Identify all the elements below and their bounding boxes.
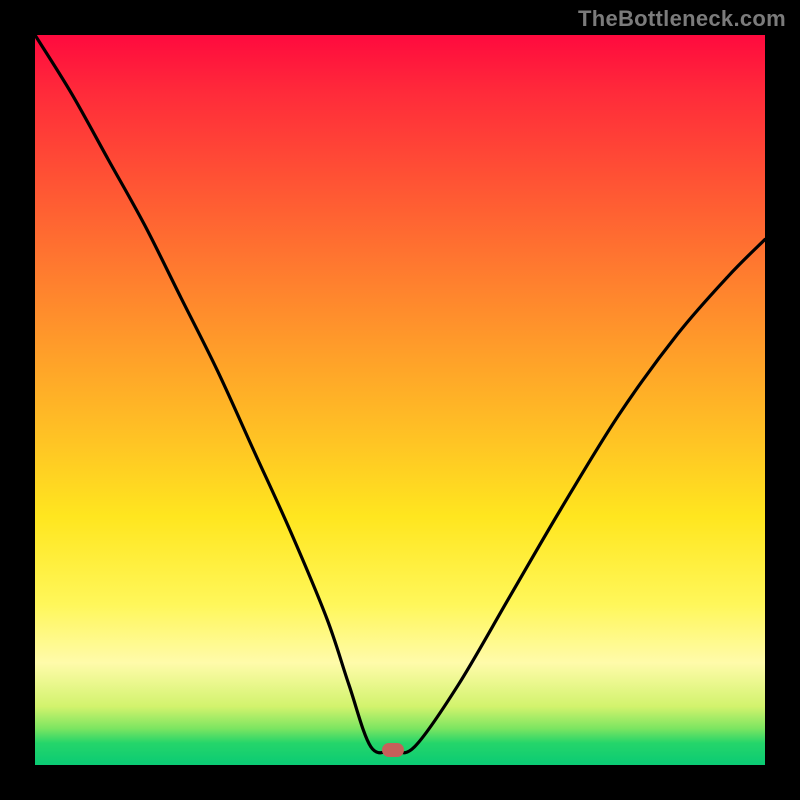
plot-area [35, 35, 765, 765]
bottleneck-curve [35, 35, 765, 765]
chart-frame: TheBottleneck.com [0, 0, 800, 800]
minimum-marker [382, 743, 404, 757]
watermark-text: TheBottleneck.com [578, 6, 786, 32]
